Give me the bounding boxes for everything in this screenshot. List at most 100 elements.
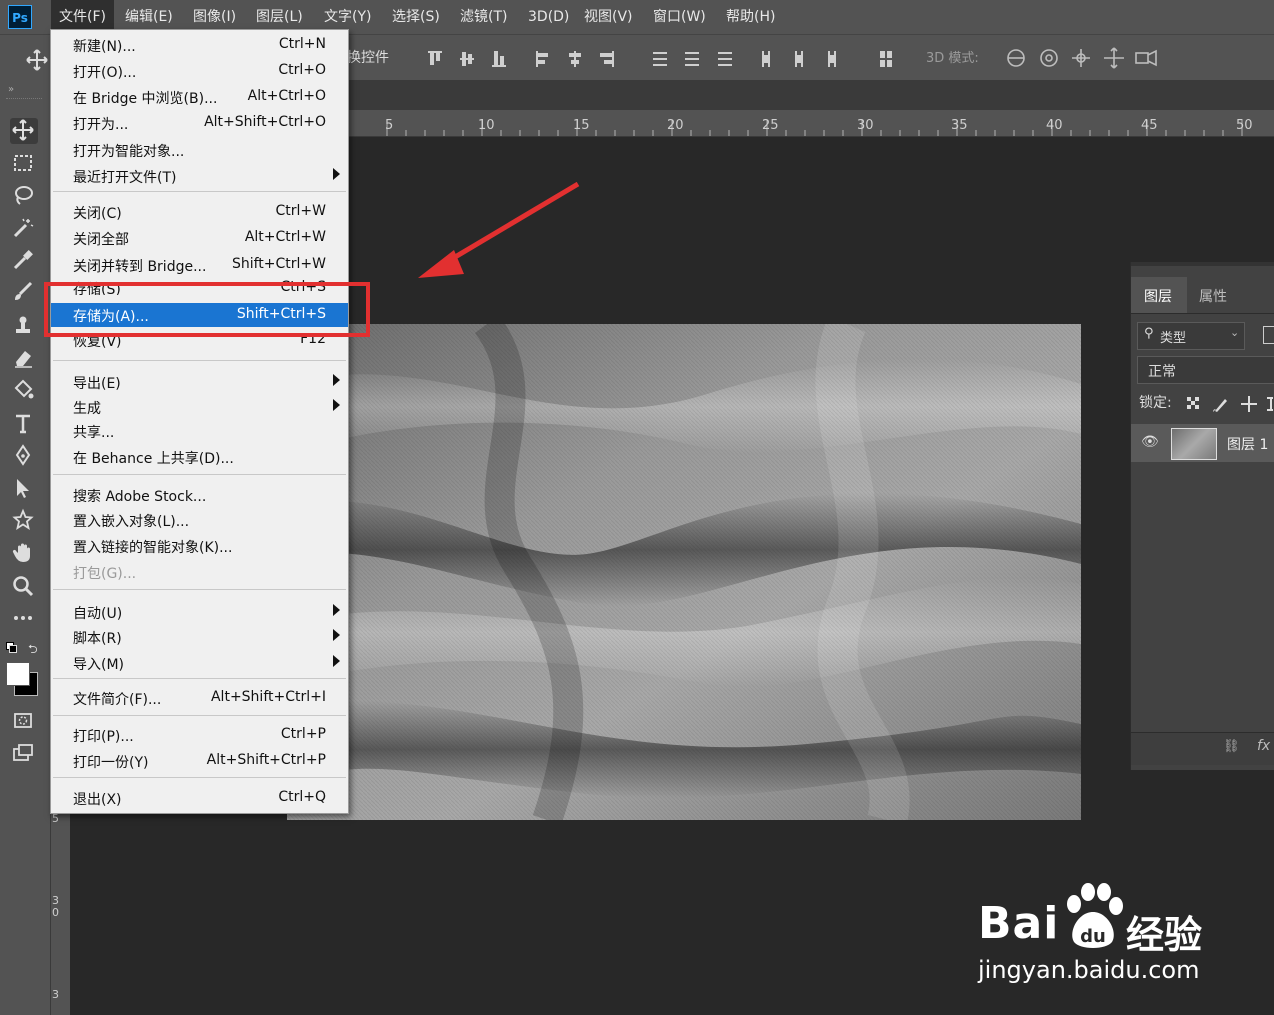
menu-item-shortcut: Ctrl+P <box>280 726 326 742</box>
hand-tool-icon[interactable] <box>10 541 38 567</box>
menu-item-new[interactable]: 新建(N)... Ctrl+N <box>51 33 348 57</box>
menu-item-search-adobe-stock[interactable]: 搜索 Adobe Stock... <box>51 483 348 507</box>
menu-item-import[interactable]: 导入(M) <box>51 651 348 675</box>
3d-tools-icons[interactable] <box>1002 45 1162 71</box>
menu-item-close-go-bridge[interactable]: 关闭并转到 Bridge... Shift+Ctrl+W <box>51 253 348 277</box>
layer-filter-select[interactable]: ⚲ 类型 ⌄ <box>1137 322 1245 350</box>
menu-item-browse-bridge[interactable]: 在 Bridge 中浏览(B)... Alt+Ctrl+O <box>51 85 348 109</box>
ruler-label: 25 <box>762 118 779 133</box>
ruler-label: 0 <box>52 906 59 919</box>
tools-panel: » ⮌ <box>0 80 51 1015</box>
move-tool-icon[interactable] <box>10 118 38 144</box>
brush-tool-icon[interactable] <box>10 280 38 306</box>
menu-item-label: 文件简介(F)... <box>73 692 162 708</box>
transform-controls-label[interactable]: 换控件 <box>347 47 389 67</box>
menu-item-recent-files[interactable]: 最近打开文件(T) <box>51 164 348 188</box>
fx-icon[interactable]: fx <box>1257 738 1270 754</box>
swap-colors-icon[interactable]: ⮌ <box>28 640 38 661</box>
menu-item-file-info[interactable]: 文件简介(F)... Alt+Shift+Ctrl+I <box>51 686 348 710</box>
tab-properties[interactable]: 属性 <box>1199 286 1227 306</box>
lock-label: 锁定: <box>1139 395 1172 411</box>
menu-item-label: 搜索 Adobe Stock... <box>73 489 207 505</box>
menu-item-label: 关闭并转到 Bridge... <box>73 259 207 275</box>
screen-mode-icon[interactable] <box>10 741 38 767</box>
tab-layers[interactable]: 图层 <box>1144 286 1172 306</box>
file-menu-dropdown: 新建(N)... Ctrl+N 打开(O)... Ctrl+O 在 Bridge 中… <box>50 29 349 814</box>
baidu-paw-logo: du <box>1067 883 1123 948</box>
menu-item-close-all[interactable]: 关闭全部 Alt+Ctrl+W <box>51 226 348 250</box>
ruler-label: 20 <box>667 118 684 133</box>
ruler-label: 50 <box>1236 118 1253 133</box>
menu-separator <box>53 474 346 475</box>
lasso-tool-icon[interactable] <box>10 183 38 209</box>
path-selection-tool-icon[interactable] <box>10 476 38 502</box>
menu-item-shortcut: Ctrl+Q <box>278 789 326 805</box>
custom-shape-tool-icon[interactable] <box>10 508 38 534</box>
menu-item-label: 导入(M) <box>73 657 125 673</box>
eyedropper-tool-icon[interactable] <box>10 248 38 274</box>
move-tool-icon[interactable] <box>26 49 48 71</box>
clone-stamp-tool-icon[interactable] <box>10 313 38 339</box>
menu-item-print-one-copy[interactable]: 打印一份(Y) Alt+Shift+Ctrl+P <box>51 749 348 773</box>
menu-item-open[interactable]: 打开(O)... Ctrl+O <box>51 59 348 83</box>
layer-row[interactable]: 👁 图层 1 <box>1131 424 1274 462</box>
foreground-color-swatch[interactable] <box>6 662 30 686</box>
magic-wand-tool-icon[interactable] <box>10 216 38 242</box>
menu-item-label: 在 Behance 上共享(D)... <box>73 451 234 467</box>
paint-bucket-tool-icon[interactable] <box>10 378 38 404</box>
menu-item-share[interactable]: 共享... <box>51 419 348 443</box>
more-tools-icon[interactable] <box>10 606 38 632</box>
align-distribute-icons[interactable] <box>420 47 910 71</box>
menu-item-label: 打开为... <box>73 117 129 133</box>
lock-icons[interactable] <box>1187 394 1274 414</box>
menu-item-place-embedded[interactable]: 置入嵌入对象(L)... <box>51 508 348 532</box>
marquee-tool-icon[interactable] <box>10 151 38 177</box>
menu-separator <box>53 678 346 679</box>
quick-mask-icon[interactable] <box>10 708 38 734</box>
eraser-tool-icon[interactable] <box>10 346 38 372</box>
visibility-eye-icon[interactable]: 👁 <box>1141 434 1159 450</box>
link-layers-icon[interactable]: ⛓ <box>1223 739 1240 754</box>
blend-mode-select[interactable]: 正常 <box>1137 356 1274 384</box>
menu-item-exit[interactable]: 退出(X) Ctrl+Q <box>51 786 348 810</box>
filter-image-icon[interactable] <box>1263 326 1274 344</box>
zoom-tool-icon[interactable] <box>10 574 38 600</box>
layer-name[interactable]: 图层 1 <box>1227 434 1268 454</box>
type-tool-icon[interactable] <box>10 411 38 437</box>
menu-item-share-behance[interactable]: 在 Behance 上共享(D)... <box>51 445 348 469</box>
menu-item-export[interactable]: 导出(E) <box>51 370 348 394</box>
menu-item-shortcut: Alt+Ctrl+W <box>244 229 326 245</box>
menu-item-label: 生成 <box>73 401 101 417</box>
document-canvas[interactable] <box>287 324 1081 820</box>
menu-item-scripts[interactable]: 脚本(R) <box>51 625 348 649</box>
menu-item-shortcut: Ctrl+N <box>278 36 326 52</box>
default-colors-icon[interactable] <box>6 642 17 653</box>
3d-mode-label: 3D 模式: <box>926 51 979 66</box>
menu-view[interactable]: 视图(V) <box>584 0 633 34</box>
menu-item-label: 自动(U) <box>73 606 123 622</box>
menu-item-open-as[interactable]: 打开为... Alt+Shift+Ctrl+O <box>51 111 348 135</box>
menu-3d[interactable]: 3D(D) <box>528 0 569 34</box>
menu-item-label: 脚本(R) <box>73 631 122 647</box>
menu-item-shortcut: Alt+Ctrl+O <box>247 88 326 104</box>
menu-item-automate[interactable]: 自动(U) <box>51 600 348 624</box>
menu-item-open-smart-object[interactable]: 打开为智能对象... <box>51 138 348 162</box>
menu-item-revert[interactable]: 恢复(V) F12 <box>51 337 348 351</box>
menu-select[interactable]: 选择(S) <box>392 0 440 34</box>
menu-item-shortcut: Shift+Ctrl+W <box>231 256 326 272</box>
pen-tool-icon[interactable] <box>10 443 38 469</box>
menu-item-close[interactable]: 关闭(C) Ctrl+W <box>51 200 348 224</box>
menu-help[interactable]: 帮助(H) <box>726 0 775 34</box>
menu-filter[interactable]: 滤镜(T) <box>460 0 507 34</box>
menu-item-shortcut: Alt+Shift+Ctrl+I <box>210 689 326 705</box>
menu-item-generate[interactable]: 生成 <box>51 395 348 419</box>
submenu-arrow-icon <box>333 168 340 180</box>
filter-kind-label: 类型 <box>1160 331 1187 346</box>
submenu-arrow-icon <box>333 399 340 411</box>
panel-grip[interactable] <box>6 98 42 102</box>
menu-item-place-linked[interactable]: 置入链接的智能对象(K)... <box>51 534 348 558</box>
ruler-label: 15 <box>573 118 590 133</box>
panel-collapse-icon[interactable]: » <box>8 84 14 95</box>
menu-item-print[interactable]: 打印(P)... Ctrl+P <box>51 723 348 747</box>
menu-window[interactable]: 窗口(W) <box>653 0 706 34</box>
